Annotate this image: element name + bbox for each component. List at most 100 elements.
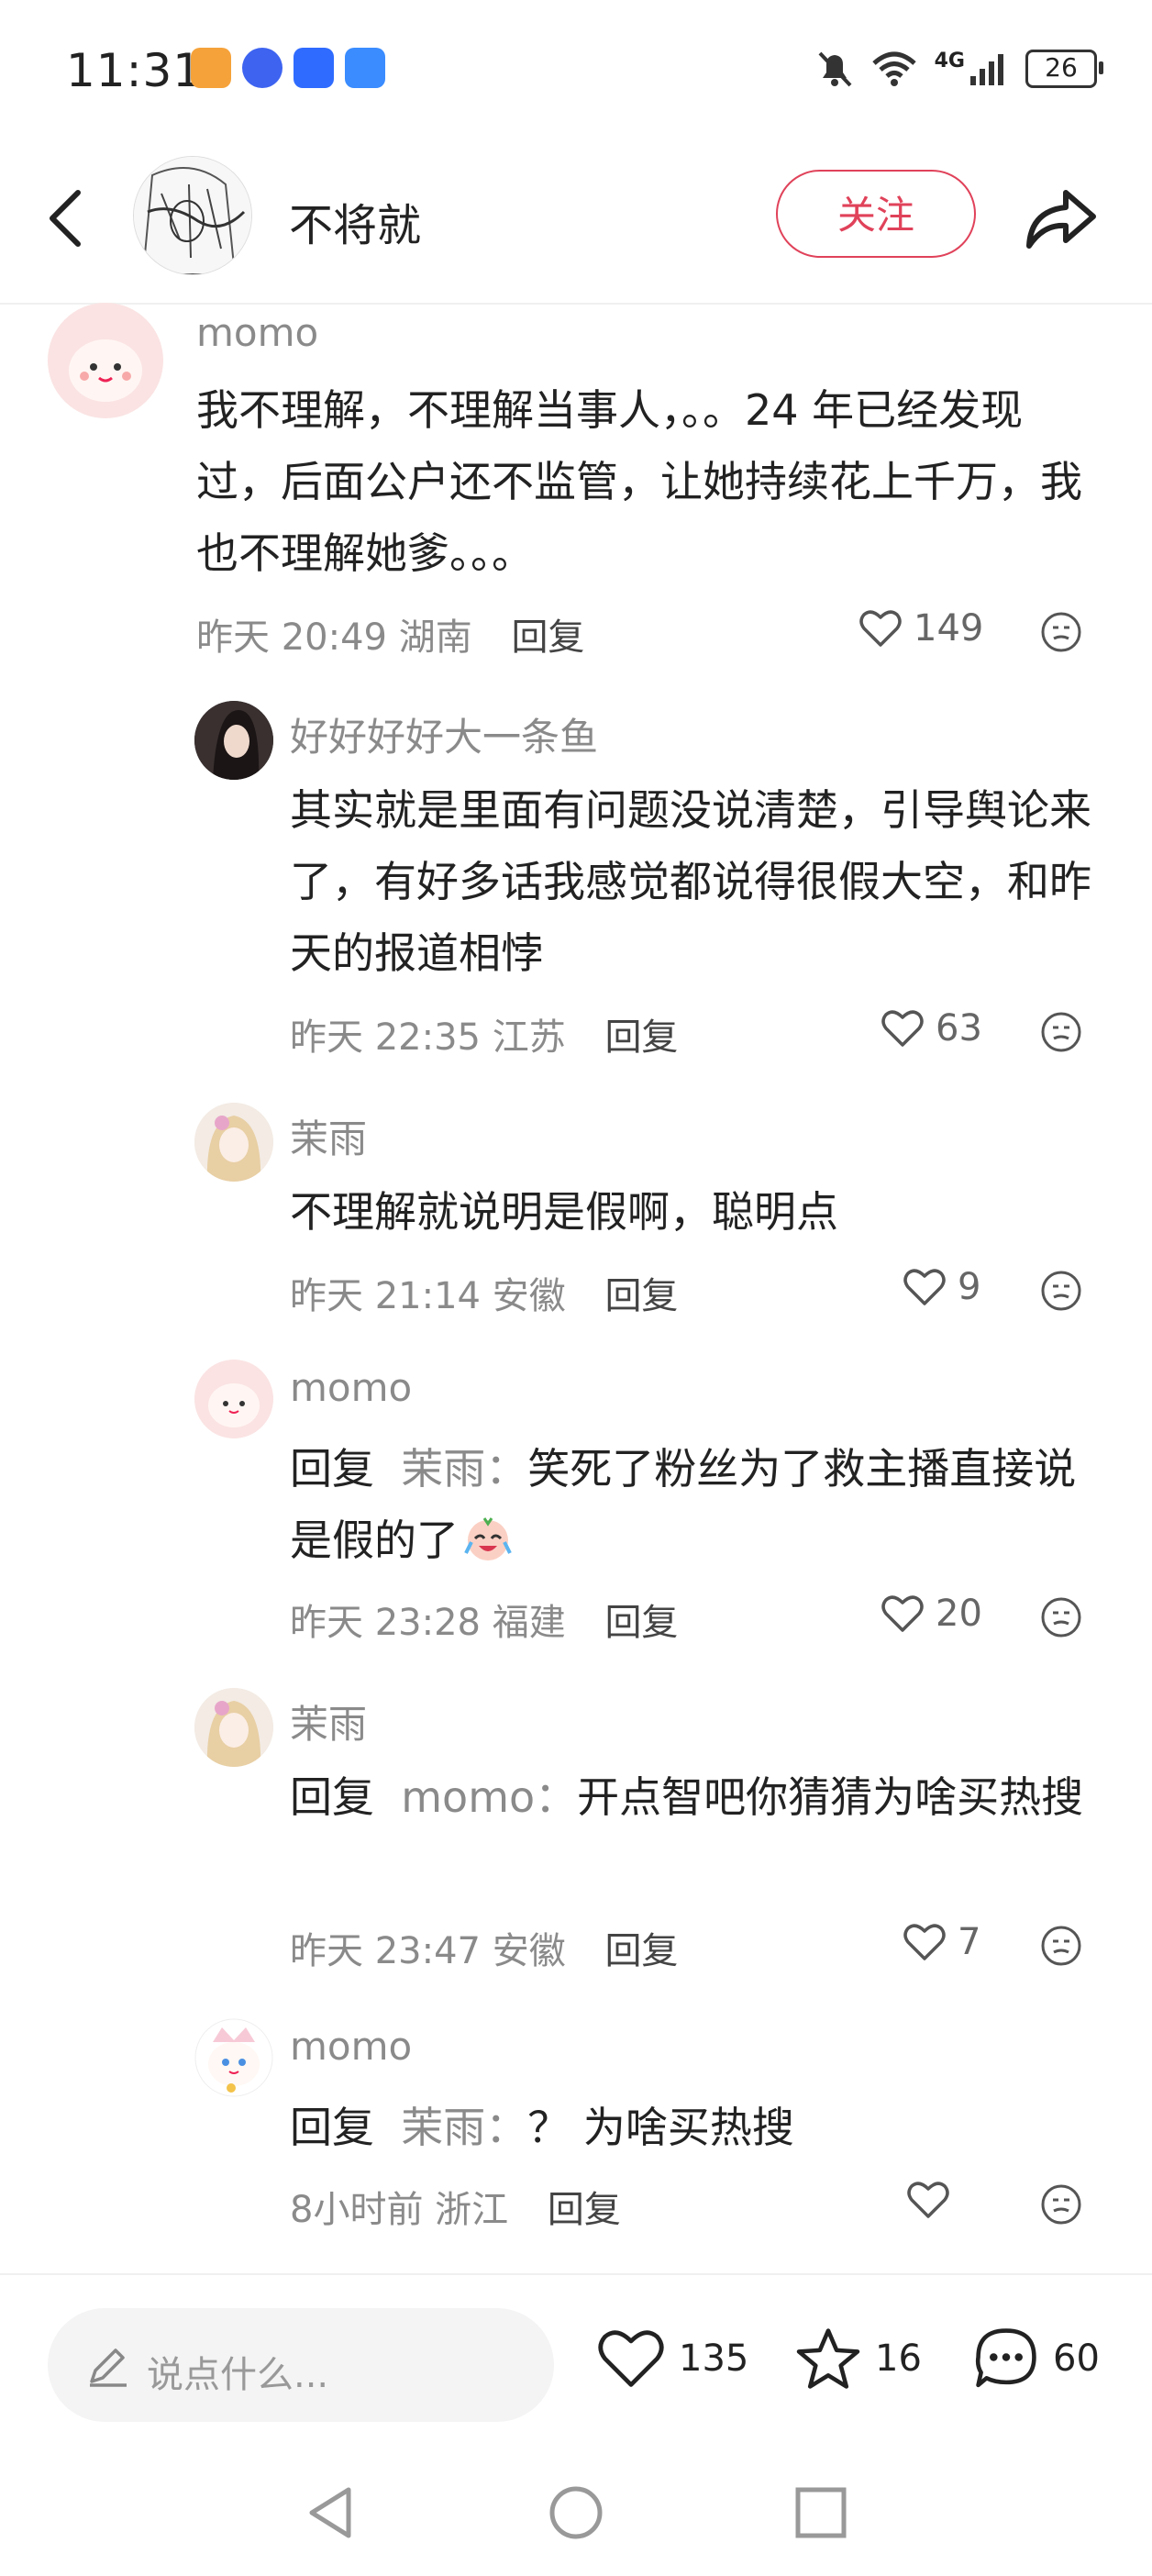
like-button[interactable]: 7: [903, 1921, 980, 1963]
reply-button[interactable]: 回复: [511, 616, 584, 659]
reply-prefix: 回复: [290, 2103, 374, 2152]
app-icon-heart: [191, 48, 231, 88]
reply-prefix: 回复: [290, 1772, 374, 1822]
commenter-avatar[interactable]: [194, 1103, 273, 1182]
commenter-name[interactable]: 茉雨: [290, 1108, 367, 1164]
commenter-avatar[interactable]: [194, 1688, 273, 1767]
battery-icon: 26: [1025, 50, 1103, 88]
post-like-count: 135: [679, 2337, 749, 2380]
reply-button[interactable]: 回复: [604, 1016, 678, 1059]
star-icon: [796, 2328, 860, 2389]
comment-meta: 昨天 20:49 湖南 回复: [196, 607, 584, 661]
nav-back-icon[interactable]: [303, 2482, 358, 2543]
comment-input[interactable]: 说点什么...: [48, 2308, 554, 2422]
comment-text: 不理解就说明是假啊，聪明点: [290, 1187, 838, 1237]
heart-icon: [598, 2330, 664, 2387]
status-bar: 11:31 4G 26: [0, 0, 1152, 138]
reply-body: 开点智吧你猜猜为啥买热搜: [577, 1772, 1084, 1822]
commenter-name[interactable]: 茉雨: [290, 1693, 367, 1749]
app-icon-car: [345, 48, 385, 88]
comment-time: 昨天 23:47: [290, 1930, 481, 1972]
reply-target-name[interactable]: 茉雨: [401, 1444, 485, 1493]
reaction-face-icon[interactable]: [1040, 611, 1082, 653]
comment-text: 回复 茉雨：？ 为啥买热搜: [290, 2103, 794, 2152]
comment-time: 昨天 22:35: [290, 1016, 481, 1059]
comment-meta: 昨天 23:28 福建 回复: [290, 1593, 678, 1646]
reply-button[interactable]: 回复: [548, 2189, 621, 2231]
comment-text: 回复 茉雨：笑死了粉丝为了救主播直接说是假的了: [290, 1444, 1077, 1565]
reaction-face-icon[interactable]: [1040, 1011, 1082, 1053]
reaction-face-icon[interactable]: [1040, 1596, 1082, 1638]
bottom-action-bar: 说点什么... 135 16 60: [0, 2273, 1152, 2449]
comment-location: 江苏: [492, 1016, 566, 1059]
cute-face-icon: [194, 1360, 273, 1438]
comment-time: 昨天 20:49: [196, 616, 387, 659]
heart-icon: [881, 1595, 924, 1632]
comment-button[interactable]: 60: [972, 2326, 1100, 2391]
like-count: 9: [958, 1266, 981, 1308]
commenter-name[interactable]: momo: [290, 2024, 412, 2069]
app-icon-blue: [294, 48, 334, 88]
author-name[interactable]: 不将就: [289, 189, 421, 253]
like-button[interactable]: 149: [858, 607, 983, 650]
commenter-name[interactable]: momo: [196, 310, 318, 355]
comment-location: 浙江: [435, 2189, 509, 2231]
comment-location: 安徽: [492, 1275, 566, 1317]
reply-button[interactable]: 回复: [604, 1930, 678, 1972]
chat-bubble-icon: [975, 2328, 1036, 2388]
like-count: 20: [936, 1593, 982, 1635]
share-icon[interactable]: [1018, 174, 1101, 257]
like-count: 149: [914, 607, 984, 650]
status-icons: 4G 26: [815, 46, 1103, 92]
reply-target-name[interactable]: 茉雨: [401, 2103, 485, 2152]
wifi-icon: [871, 51, 916, 86]
anime-girl-icon: [194, 1103, 273, 1182]
comment-location: 湖南: [398, 616, 472, 659]
like-button[interactable]: 9: [903, 1266, 980, 1308]
clock: 11:31: [66, 44, 204, 97]
like-count: 7: [958, 1921, 981, 1963]
comment-meta: 昨天 21:14 安徽 回复: [290, 1266, 678, 1319]
comment-meta: 昨天 22:35 江苏 回复: [290, 1007, 678, 1060]
network-type: 4G: [934, 49, 965, 72]
reaction-face-icon[interactable]: [1040, 1270, 1082, 1312]
follow-button[interactable]: 关注: [776, 170, 976, 258]
comment-meta: 8小时前 浙江 回复: [290, 2180, 621, 2233]
favorite-count: 16: [875, 2337, 922, 2380]
reply-body: ？ 为啥买热搜: [527, 2103, 794, 2152]
reaction-face-icon[interactable]: [1040, 2183, 1082, 2226]
reaction-face-icon[interactable]: [1040, 1925, 1082, 1967]
favorite-button[interactable]: 16: [794, 2326, 922, 2391]
cute-face-icon: [48, 303, 163, 418]
post-like-button[interactable]: 135: [596, 2326, 748, 2391]
app-icon-tieba: [242, 48, 282, 88]
nav-recents-icon[interactable]: [794, 2486, 847, 2539]
pencil-icon: [90, 2348, 127, 2387]
like-button[interactable]: 63: [881, 1007, 982, 1049]
nav-home-icon[interactable]: [548, 2484, 604, 2541]
sketch-portrait-icon: [134, 157, 251, 274]
commenter-name[interactable]: 好好好好大一条鱼: [290, 706, 598, 762]
author-avatar[interactable]: [133, 156, 252, 275]
heart-icon: [903, 1924, 946, 1960]
commenter-avatar[interactable]: [194, 701, 273, 780]
system-nav-bar: [0, 2448, 1152, 2576]
like-count: 63: [936, 1007, 982, 1049]
commenter-avatar[interactable]: [194, 1360, 273, 1438]
comment-text: 回复 momo：开点智吧你猜猜为啥买热搜: [290, 1772, 1084, 1822]
heart-icon: [903, 1269, 946, 1305]
reply-prefix: 回复: [290, 1444, 374, 1493]
commenter-avatar[interactable]: [48, 303, 163, 418]
heart-icon: [907, 2182, 949, 2218]
commenter-avatar[interactable]: [194, 2018, 273, 2097]
reply-button[interactable]: 回复: [604, 1275, 678, 1317]
reply-button[interactable]: 回复: [604, 1602, 678, 1644]
commenter-name[interactable]: momo: [290, 1365, 412, 1410]
comment-text: 其实就是里面有问题没说清楚，引导舆论来了，有好多话我感觉都说得很假大空，和昨天的…: [290, 785, 1091, 978]
comment-location: 安徽: [492, 1930, 566, 1972]
like-button[interactable]: 20: [881, 1593, 982, 1635]
comment-meta: 昨天 23:47 安徽 回复: [290, 1921, 678, 1974]
back-arrow-icon[interactable]: [41, 182, 96, 255]
like-button[interactable]: [906, 2180, 961, 2220]
reply-target-name[interactable]: momo: [401, 1772, 535, 1822]
